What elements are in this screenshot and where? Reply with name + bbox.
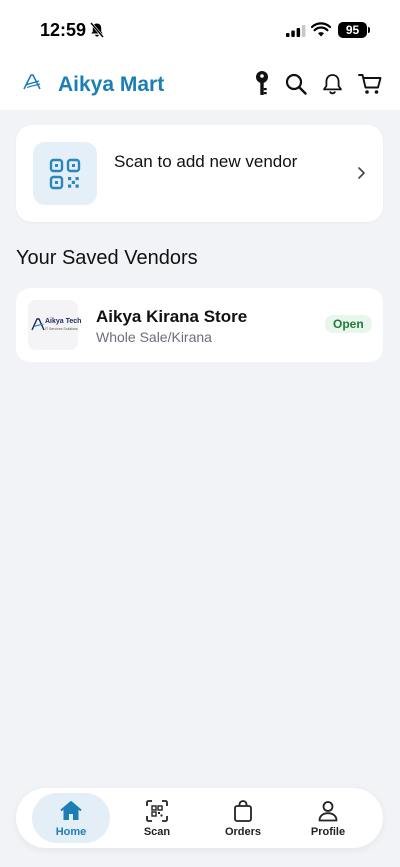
scan-tile bbox=[33, 142, 97, 205]
nav-item-profile[interactable]: Profile bbox=[289, 793, 367, 843]
nav-item-orders[interactable]: Orders bbox=[204, 793, 282, 843]
nav-label-home: Home bbox=[55, 826, 87, 838]
battery-tip bbox=[368, 27, 370, 33]
vendor-name: Aikya Kirana Store bbox=[96, 307, 248, 326]
nav-item-scan[interactable]: Scan bbox=[118, 793, 196, 843]
app-title: Aikya Mart bbox=[58, 73, 165, 96]
scan-card-label: Scan to add new vendor bbox=[114, 152, 298, 171]
bottom-nav: Home Scan Orders Profile bbox=[16, 788, 383, 848]
nav-label-orders: Orders bbox=[224, 826, 262, 838]
user-icon bbox=[318, 801, 338, 822]
qr-code-icon bbox=[49, 158, 81, 190]
wifi-icon bbox=[310, 22, 332, 42]
status-bar: 12:59 95 bbox=[0, 0, 400, 58]
section-title: Your Saved Vendors bbox=[16, 247, 198, 269]
cart-icon[interactable] bbox=[358, 73, 382, 100]
key-icon[interactable] bbox=[254, 70, 270, 103]
bell-icon[interactable] bbox=[322, 73, 343, 100]
battery-icon: 95 bbox=[338, 22, 367, 38]
nav-item-home[interactable]: Home bbox=[32, 793, 110, 843]
nav-label-scan: Scan bbox=[143, 826, 171, 838]
home-icon bbox=[60, 801, 82, 820]
vendor-category: Whole Sale/Kirana bbox=[96, 329, 212, 345]
status-badge: Open bbox=[325, 315, 372, 333]
bell-slash-icon bbox=[90, 22, 104, 43]
app-logo-icon bbox=[22, 72, 42, 97]
nav-label-profile: Profile bbox=[310, 826, 346, 838]
scan-icon bbox=[146, 800, 168, 822]
vendor-logo: Aikya Tech IT Services Solutions bbox=[28, 300, 82, 350]
search-icon[interactable] bbox=[285, 73, 307, 100]
vendor-logo-text: Aikya Tech bbox=[45, 318, 82, 325]
signal-icon bbox=[286, 24, 306, 42]
vendor-logo-mark bbox=[31, 318, 45, 331]
shopping-bag-icon bbox=[234, 800, 252, 822]
app-header: Aikya Mart bbox=[0, 58, 400, 110]
scan-vendor-card[interactable]: Scan to add new vendor bbox=[16, 125, 383, 222]
vendor-logo-subtext: IT Services Solutions bbox=[45, 327, 78, 331]
status-time: 12:59 bbox=[40, 20, 87, 40]
vendor-card[interactable]: Aikya Tech IT Services Solutions Aikya K… bbox=[16, 288, 383, 362]
chevron-right-icon bbox=[356, 165, 366, 186]
